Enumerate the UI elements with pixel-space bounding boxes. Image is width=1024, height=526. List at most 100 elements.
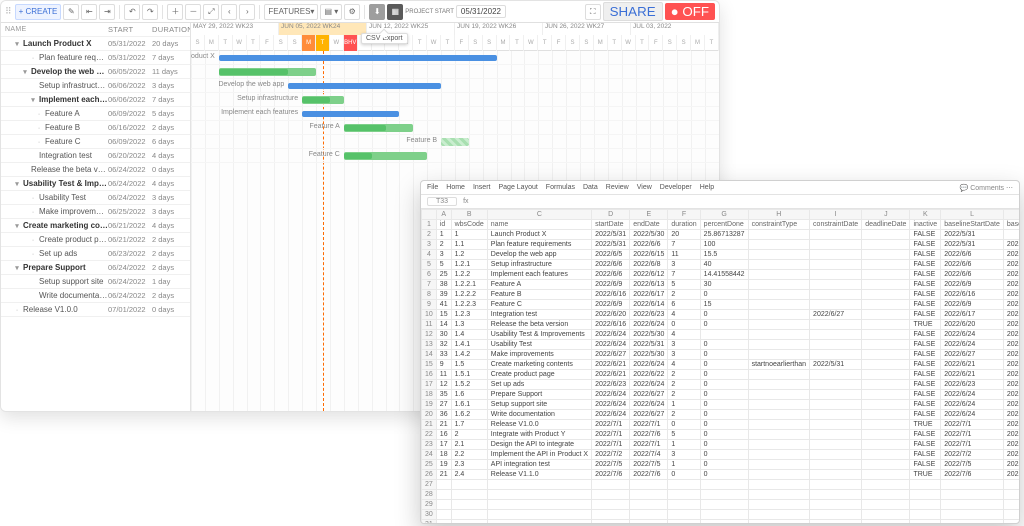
cell[interactable]: 0 bbox=[700, 430, 748, 440]
cell[interactable]: Make improvements bbox=[487, 350, 591, 360]
tree-row[interactable]: ·Set up ads06/23/20222 days bbox=[1, 247, 190, 261]
ribbon-tab[interactable]: Page Layout bbox=[498, 184, 537, 191]
cell[interactable]: Set up ads bbox=[487, 380, 591, 390]
cell[interactable]: 35 bbox=[436, 390, 451, 400]
tree-row[interactable]: ▾Launch Product X05/31/202220 days bbox=[1, 37, 190, 51]
cell[interactable]: 2022/6/24 bbox=[630, 360, 668, 370]
share-button[interactable]: SHARE bbox=[603, 2, 663, 21]
tree-row[interactable]: Integration test06/20/20224 days bbox=[1, 149, 190, 163]
gantt-bar[interactable] bbox=[219, 55, 497, 61]
features-dropdown[interactable]: FEATURES ▾ bbox=[264, 4, 318, 20]
tree-row[interactable]: ·Release V1.0.007/01/20220 days bbox=[1, 303, 190, 317]
cell[interactable]: 2022/6/15 bbox=[1003, 270, 1019, 280]
col-header[interactable]: J bbox=[862, 210, 910, 220]
ribbon-right[interactable]: 💬 Comments ⋯ bbox=[960, 184, 1013, 192]
edit-icon[interactable]: ✎ bbox=[63, 4, 79, 20]
cell[interactable]: 17 bbox=[436, 440, 451, 450]
cell[interactable]: 1.6 bbox=[451, 390, 487, 400]
cell[interactable]: 2022/7/2 bbox=[941, 450, 1004, 460]
cell[interactable]: Write documentation bbox=[487, 410, 591, 420]
cell[interactable]: TRUE bbox=[910, 470, 941, 480]
cell[interactable]: 2022/7/5 bbox=[592, 460, 630, 470]
cell[interactable]: FALSE bbox=[910, 450, 941, 460]
tree-row[interactable]: ▾Develop the web app06/05/202211 days bbox=[1, 65, 190, 79]
cell[interactable]: Release V1.0.0 bbox=[487, 420, 591, 430]
cell[interactable]: Feature C bbox=[487, 300, 591, 310]
redo-icon[interactable]: ↷ bbox=[142, 4, 158, 20]
cell[interactable]: 2022/6/23 bbox=[1003, 310, 1019, 320]
cell[interactable]: 2022/5/30 bbox=[1003, 330, 1019, 340]
cell[interactable]: 2022/6/10 bbox=[1003, 260, 1019, 270]
cell[interactable]: 1.5.2 bbox=[451, 380, 487, 390]
cell[interactable]: 2022/6/17 bbox=[1003, 290, 1019, 300]
cell[interactable]: 21 bbox=[436, 470, 451, 480]
cell[interactable]: 2022/6/9 bbox=[592, 280, 630, 290]
cell[interactable]: 2022/6/21 bbox=[941, 360, 1004, 370]
zoom-in-icon[interactable]: ＋ bbox=[167, 4, 183, 20]
cell[interactable]: 30 bbox=[700, 280, 748, 290]
cell[interactable]: 30 bbox=[436, 330, 451, 340]
cell[interactable]: 1.2.2.1 bbox=[451, 280, 487, 290]
cell[interactable]: 2022/6/7 bbox=[1003, 240, 1019, 250]
cell[interactable]: 1 bbox=[451, 230, 487, 240]
cell[interactable]: 2022/6/21 bbox=[592, 370, 630, 380]
cell[interactable]: FALSE bbox=[910, 280, 941, 290]
cell[interactable]: 2022/5/30 bbox=[630, 350, 668, 360]
cell[interactable]: 2022/7/1 bbox=[592, 420, 630, 430]
gantt-bar[interactable] bbox=[441, 138, 469, 146]
cell[interactable]: 2022/6/23 bbox=[592, 380, 630, 390]
cell[interactable]: 2022/6/21 bbox=[941, 370, 1004, 380]
tree-row[interactable]: ▾Implement each features06/06/20227 days bbox=[1, 93, 190, 107]
cell[interactable] bbox=[810, 450, 862, 460]
cell[interactable] bbox=[862, 290, 910, 300]
cell[interactable] bbox=[810, 410, 862, 420]
cell[interactable]: 0 bbox=[668, 320, 700, 330]
cell[interactable]: 40 bbox=[700, 260, 748, 270]
cell[interactable] bbox=[810, 300, 862, 310]
indent-left-icon[interactable]: ⇤ bbox=[81, 4, 97, 20]
cell[interactable]: 2022/6/24 bbox=[941, 340, 1004, 350]
cell[interactable]: 2022/6/27 bbox=[592, 350, 630, 360]
ribbon-tab[interactable]: Insert bbox=[473, 184, 491, 191]
cell[interactable] bbox=[810, 230, 862, 240]
cell[interactable]: FALSE bbox=[910, 270, 941, 280]
cell[interactable] bbox=[748, 430, 809, 440]
tree-row[interactable]: Setup infrastructure06/06/20223 days bbox=[1, 79, 190, 93]
columns-icon[interactable]: ▤ ▾ bbox=[320, 4, 342, 20]
cell[interactable]: 33 bbox=[436, 350, 451, 360]
cell[interactable]: 2022/7/1 bbox=[592, 440, 630, 450]
cell[interactable] bbox=[862, 260, 910, 270]
ribbon-tab[interactable]: File bbox=[427, 184, 438, 191]
col-header[interactable]: M bbox=[1003, 210, 1019, 220]
cell[interactable]: 0 bbox=[700, 450, 748, 460]
cell[interactable]: 1.2.3 bbox=[451, 310, 487, 320]
field-header[interactable]: startDate bbox=[592, 220, 630, 230]
cell[interactable]: 2022/7/1 bbox=[941, 420, 1004, 430]
cell[interactable]: 2022/6/27 bbox=[630, 410, 668, 420]
cell[interactable]: Setup support site bbox=[487, 400, 591, 410]
cell[interactable] bbox=[748, 440, 809, 450]
cell[interactable]: Implement each features bbox=[487, 270, 591, 280]
field-header[interactable]: baselineStartDate bbox=[941, 220, 1004, 230]
cell[interactable]: 2022/6/24 bbox=[592, 390, 630, 400]
cell[interactable]: 2022/6/21 bbox=[592, 360, 630, 370]
cell[interactable]: 2022/5/31 bbox=[592, 230, 630, 240]
cell[interactable]: 15 bbox=[436, 310, 451, 320]
field-header[interactable]: inactive bbox=[910, 220, 941, 230]
cell[interactable]: 0 bbox=[700, 290, 748, 300]
cell[interactable]: 2022/6/27 bbox=[1003, 390, 1019, 400]
field-header[interactable]: name bbox=[487, 220, 591, 230]
cell[interactable] bbox=[748, 450, 809, 460]
cell[interactable]: 2.4 bbox=[451, 470, 487, 480]
cell[interactable]: 1.6.2 bbox=[451, 410, 487, 420]
col-header[interactable]: A bbox=[436, 210, 451, 220]
gantt-bar[interactable] bbox=[302, 97, 330, 103]
field-header[interactable]: duration bbox=[668, 220, 700, 230]
cell[interactable] bbox=[810, 460, 862, 470]
ribbon-tab[interactable]: Review bbox=[606, 184, 629, 191]
cell[interactable]: 5 bbox=[436, 260, 451, 270]
zoom-fit-icon[interactable]: ⤢ bbox=[203, 4, 219, 20]
cell[interactable]: FALSE bbox=[910, 360, 941, 370]
cell[interactable]: 2022/7/1 bbox=[1003, 440, 1019, 450]
cell[interactable]: 2022/6/24 bbox=[592, 400, 630, 410]
